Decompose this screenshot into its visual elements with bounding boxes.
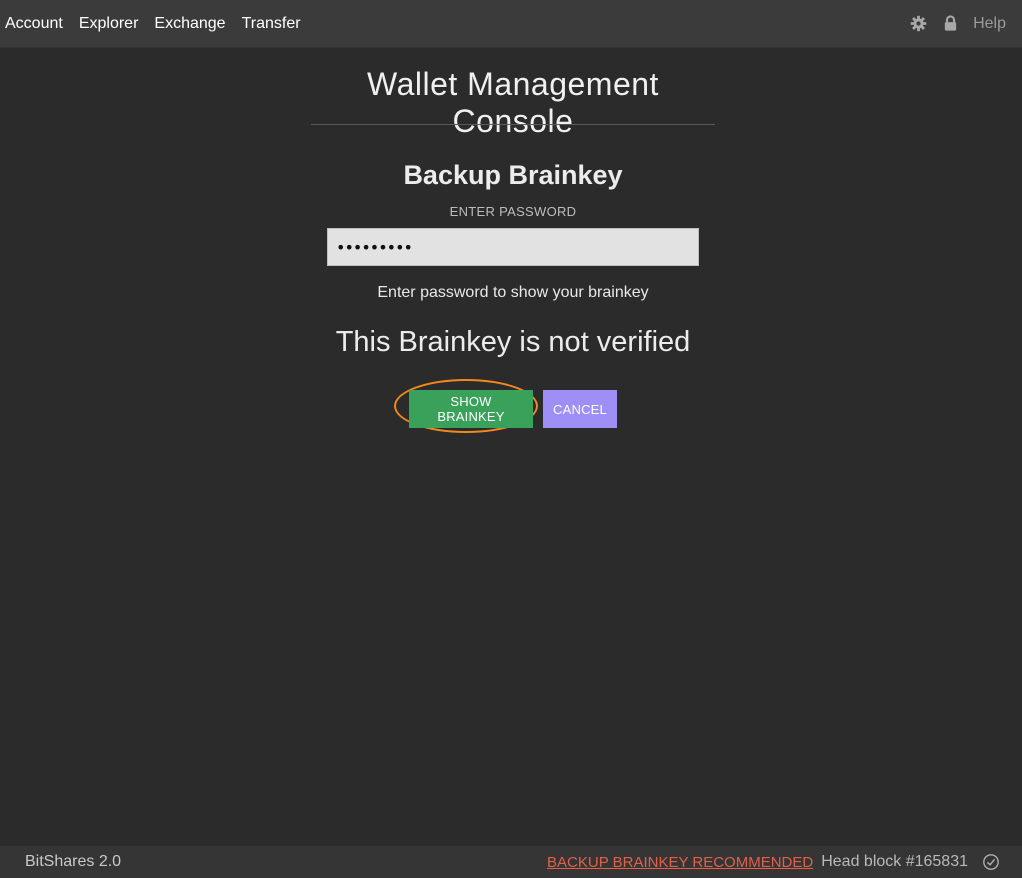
show-brainkey-button[interactable]: SHOW BRAINKEY <box>409 390 533 428</box>
gear-icon[interactable] <box>907 13 929 35</box>
check-circle-icon <box>982 853 1000 871</box>
footer-brand: BitShares 2.0 <box>25 853 122 870</box>
footer-status: BACKUP BRAINKEY RECOMMENDED Head block #… <box>547 853 1022 871</box>
nav-item-transfer[interactable]: Transfer <box>234 0 309 47</box>
password-input[interactable] <box>327 228 699 266</box>
cancel-button[interactable]: CANCEL <box>543 390 617 428</box>
top-nav-bar: Account Explorer Exchange Transfer Help <box>0 0 1022 48</box>
password-label: ENTER PASSWORD <box>449 204 577 219</box>
nav-item-explorer[interactable]: Explorer <box>71 0 147 47</box>
lock-icon[interactable] <box>939 13 961 35</box>
section-title: Backup Brainkey <box>403 160 623 190</box>
title-divider <box>311 124 715 125</box>
backup-brainkey-link[interactable]: BACKUP BRAINKEY RECOMMENDED <box>547 854 813 871</box>
page-title: Wallet Management Console <box>367 66 659 139</box>
nav-item-account[interactable]: Account <box>0 0 71 47</box>
main-content: Wallet Management Console Backup Brainke… <box>0 48 1022 845</box>
footer-bar: BitShares 2.0 BACKUP BRAINKEY RECOMMENDE… <box>0 845 1022 878</box>
nav-menu: Account Explorer Exchange Transfer <box>0 0 309 47</box>
help-link[interactable]: Help <box>973 15 1006 33</box>
nav-item-exchange[interactable]: Exchange <box>146 0 233 47</box>
nav-actions: Help <box>897 0 1022 47</box>
password-hint: Enter password to show your brainkey <box>377 284 649 301</box>
head-block-indicator: Head block #165831 <box>821 853 968 870</box>
verification-status: This Brainkey is not verified <box>335 326 691 358</box>
